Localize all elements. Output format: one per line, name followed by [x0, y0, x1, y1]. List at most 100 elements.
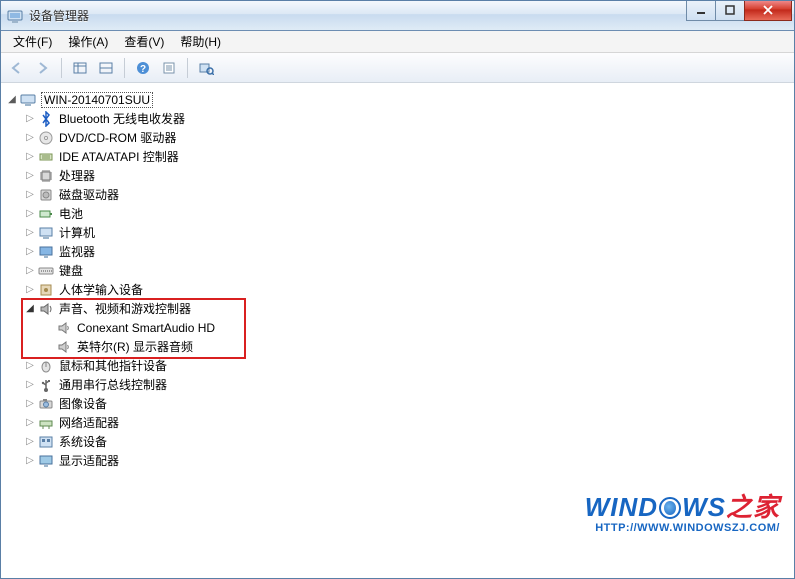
- bluetooth-icon: [37, 111, 55, 127]
- device-tree-pane[interactable]: ◢WIN-20140701SUU▷Bluetooth 无线电收发器▷DVD/CD…: [1, 83, 794, 578]
- collapse-icon[interactable]: ◢: [23, 302, 37, 316]
- tree-item[interactable]: ▷ 电池: [23, 204, 790, 223]
- leaf-spacer: [41, 321, 55, 335]
- tree-item-label: 人体学输入设备: [59, 281, 143, 298]
- view-tree-icon[interactable]: [94, 56, 118, 80]
- expand-icon[interactable]: ▷: [23, 112, 37, 126]
- tree-item[interactable]: ▷Bluetooth 无线电收发器: [23, 109, 790, 128]
- cpu-icon: [37, 168, 55, 184]
- tree-item[interactable]: ▷ 处理器: [23, 166, 790, 185]
- watermark: WIND WS之家 HTTP://WWW.WINDOWSZJ.COM/: [585, 487, 780, 534]
- properties-icon[interactable]: [157, 56, 181, 80]
- tree-item-label: 显示适配器: [59, 452, 119, 469]
- ide-icon: [37, 149, 55, 165]
- menu-view[interactable]: 查看(V): [116, 31, 172, 52]
- close-button[interactable]: [744, 1, 792, 21]
- tree-item-label: Conexant SmartAudio HD: [77, 321, 215, 335]
- tree-item[interactable]: ▷键盘: [23, 261, 790, 280]
- expand-icon[interactable]: ▷: [23, 264, 37, 278]
- speaker-icon: [55, 320, 73, 336]
- menu-action[interactable]: 操作(A): [60, 31, 116, 52]
- watermark-text: WIND: [585, 492, 658, 522]
- sound-icon: [37, 301, 55, 317]
- tree-item-label: 鼠标和其他指针设备: [59, 357, 167, 374]
- app-icon: [7, 8, 23, 24]
- help-icon[interactable]: ?: [131, 56, 155, 80]
- expand-icon[interactable]: ▷: [23, 435, 37, 449]
- expand-icon[interactable]: ▷: [23, 378, 37, 392]
- expand-icon[interactable]: ▷: [23, 359, 37, 373]
- view-list-icon[interactable]: [68, 56, 92, 80]
- expand-icon[interactable]: ▷: [23, 150, 37, 164]
- tree-item-label: 通用串行总线控制器: [59, 376, 167, 393]
- tree-item[interactable]: ▷系统设备: [23, 432, 790, 451]
- toolbar: ?: [1, 53, 794, 83]
- tree-item-label: 处理器: [59, 167, 95, 184]
- tree-item[interactable]: ▷ 通用串行总线控制器: [23, 375, 790, 394]
- disk-icon: [37, 187, 55, 203]
- forward-button[interactable]: [31, 56, 55, 80]
- titlebar: 设备管理器: [1, 1, 794, 31]
- window-title: 设备管理器: [29, 7, 89, 24]
- system-icon: [37, 434, 55, 450]
- expand-icon[interactable]: ▷: [23, 226, 37, 240]
- camera-icon: [37, 396, 55, 412]
- tree-item-label: 声音、视频和游戏控制器: [59, 300, 191, 317]
- expand-icon[interactable]: ▷: [23, 188, 37, 202]
- svg-text:?: ?: [140, 64, 146, 75]
- expand-icon[interactable]: ▷: [23, 283, 37, 297]
- computer-icon: [19, 92, 37, 108]
- expand-icon[interactable]: ▷: [23, 207, 37, 221]
- keyboard-icon: [37, 263, 55, 279]
- expand-icon[interactable]: ▷: [23, 169, 37, 183]
- expand-icon[interactable]: ▷: [23, 397, 37, 411]
- tree-item[interactable]: ◢ 声音、视频和游戏控制器: [23, 299, 790, 318]
- mouse-icon: [37, 358, 55, 374]
- expand-icon[interactable]: ▷: [23, 245, 37, 259]
- watermark-url: HTTP://WWW.WINDOWSZJ.COM/: [585, 522, 780, 534]
- tree-item[interactable]: 英特尔(R) 显示器音频: [41, 337, 790, 356]
- disc-icon: [37, 130, 55, 146]
- tree-item[interactable]: ▷ 磁盘驱动器: [23, 185, 790, 204]
- tree-root-label: WIN-20140701SUU: [41, 92, 153, 108]
- tree-item-label: 电池: [59, 205, 83, 222]
- watermark-text: 之家: [726, 492, 780, 522]
- scan-hardware-icon[interactable]: [194, 56, 218, 80]
- monitor-icon: [37, 244, 55, 260]
- hid-icon: [37, 282, 55, 298]
- menu-file[interactable]: 文件(F): [5, 31, 60, 52]
- minimize-button[interactable]: [686, 1, 716, 21]
- expand-icon[interactable]: ▷: [23, 416, 37, 430]
- tree-item-label: IDE ATA/ATAPI 控制器: [59, 148, 179, 165]
- tree-item[interactable]: ▷ 网络适配器: [23, 413, 790, 432]
- maximize-button[interactable]: [715, 1, 745, 21]
- tree-item-label: 英特尔(R) 显示器音频: [77, 338, 193, 355]
- leaf-spacer: [41, 340, 55, 354]
- tree-item[interactable]: Conexant SmartAudio HD: [41, 318, 790, 337]
- tree-item[interactable]: ▷ 图像设备: [23, 394, 790, 413]
- tree-item-label: 图像设备: [59, 395, 107, 412]
- tree-item[interactable]: ▷ IDE ATA/ATAPI 控制器: [23, 147, 790, 166]
- back-button[interactable]: [5, 56, 29, 80]
- tree-item[interactable]: ▷监视器: [23, 242, 790, 261]
- menubar: 文件(F) 操作(A) 查看(V) 帮助(H): [1, 31, 794, 53]
- usb-icon: [37, 377, 55, 393]
- menu-help[interactable]: 帮助(H): [172, 31, 229, 52]
- tree-item[interactable]: ▷ DVD/CD-ROM 驱动器: [23, 128, 790, 147]
- toolbar-separator: [61, 58, 62, 78]
- tree-item-label: 磁盘驱动器: [59, 186, 119, 203]
- expand-icon[interactable]: ▷: [23, 454, 37, 468]
- watermark-text: WS: [682, 492, 726, 522]
- expand-icon[interactable]: ▷: [23, 131, 37, 145]
- network-icon: [37, 415, 55, 431]
- toolbar-separator: [124, 58, 125, 78]
- tree-item[interactable]: ▷ 显示适配器: [23, 451, 790, 470]
- tree-root-node[interactable]: ◢ WIN-20140701SUU: [5, 90, 790, 109]
- tree-item-label: 网络适配器: [59, 414, 119, 431]
- display-icon: [37, 453, 55, 469]
- collapse-icon[interactable]: ◢: [5, 93, 19, 107]
- tree-item[interactable]: ▷ 人体学输入设备: [23, 280, 790, 299]
- tree-item[interactable]: ▷ 鼠标和其他指针设备: [23, 356, 790, 375]
- tree-item-label: DVD/CD-ROM 驱动器: [59, 129, 176, 146]
- tree-item[interactable]: ▷计算机: [23, 223, 790, 242]
